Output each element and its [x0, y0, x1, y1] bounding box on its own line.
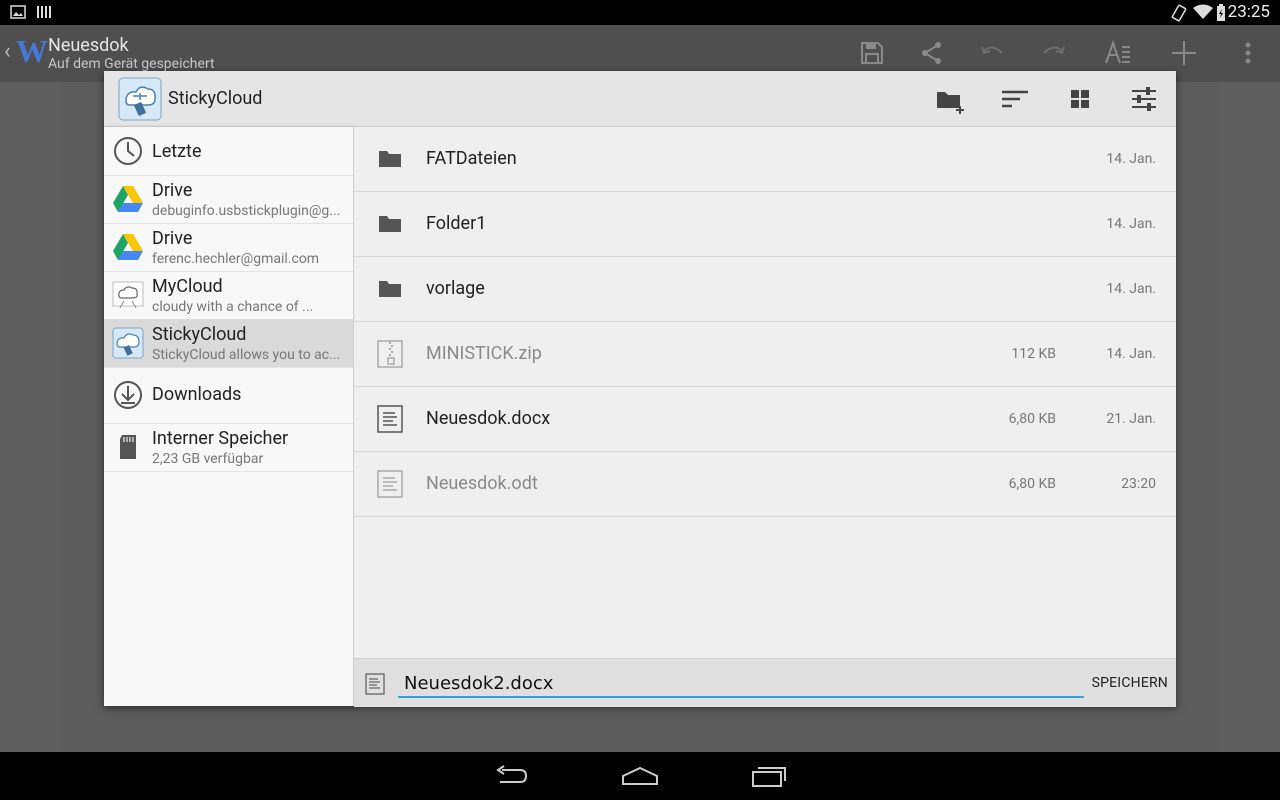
google-drive-icon [113, 234, 143, 260]
file-date: 23:20 [1121, 476, 1156, 492]
wifi-icon [1193, 4, 1213, 19]
grid-view-icon[interactable] [1065, 84, 1095, 114]
sidebar-item-drive-ferenc[interactable]: Drive ferenc.hechler@gmail.com [104, 223, 353, 272]
sidebar-item-downloads[interactable]: Downloads [104, 367, 353, 424]
file-list: FATDateien 14. Jan. Folder1 14. Jan. vor… [354, 127, 1176, 658]
redo-icon[interactable] [1040, 39, 1068, 67]
file-row-neuesdok-docx[interactable]: Neuesdok.docx 6,80 KB 21. Jan. [354, 387, 1176, 452]
battery-icon [1217, 4, 1225, 21]
file-date: 14. Jan. [1106, 151, 1156, 167]
file-name: Neuesdok.docx [426, 408, 551, 429]
file-name: MINISTICK.zip [426, 343, 542, 364]
new-folder-icon[interactable] [936, 84, 966, 114]
zip-file-icon [377, 340, 403, 368]
google-drive-icon [113, 186, 143, 212]
sidebar-item-recent[interactable]: Letzte [104, 127, 353, 176]
sidebar-item-label: Interner Speicher [152, 428, 289, 449]
save-bar: SPEICHERN [354, 658, 1176, 707]
back-icon[interactable] [494, 764, 530, 788]
sidebar-item-sub: ferenc.hechler@gmail.com [152, 251, 320, 267]
settings-sliders-icon[interactable] [1129, 84, 1159, 114]
file-size: 6,80 KB [1008, 411, 1056, 427]
roots-sidebar: Letzte Drive debuginfo.usbstickplugin@g.… [104, 127, 354, 706]
sidebar-item-mycloud[interactable]: MyCloud cloudy with a chance of ... [104, 271, 353, 320]
barcode-notification-icon [37, 6, 51, 18]
file-date: 14. Jan. [1106, 281, 1156, 297]
clock-icon [114, 137, 142, 165]
overflow-menu-icon[interactable] [1234, 39, 1262, 67]
save-icon[interactable] [858, 39, 886, 67]
sidebar-item-label: Drive [152, 180, 193, 201]
sd-card-icon [120, 435, 136, 459]
sidebar-item-sub: cloudy with a chance of ... [152, 299, 314, 315]
document-subtitle: Auf dem Gerät gespeichert [48, 56, 215, 72]
word-app-icon: W [16, 33, 48, 69]
rotation-icon [1171, 4, 1187, 22]
sidebar-item-drive-debuginfo[interactable]: Drive debuginfo.usbstickplugin@g... [104, 175, 353, 224]
folder-icon [379, 151, 401, 167]
mycloud-icon [112, 281, 144, 309]
file-date: 21. Jan. [1106, 411, 1156, 427]
file-date: 14. Jan. [1106, 346, 1156, 362]
file-row-fatdateien[interactable]: FATDateien 14. Jan. [354, 127, 1176, 192]
stickycloud-app-icon [118, 77, 162, 121]
file-name: Neuesdok.odt [426, 473, 538, 494]
stickycloud-icon [112, 327, 144, 359]
sidebar-item-label: MyCloud [152, 276, 223, 297]
text-format-icon[interactable] [1104, 39, 1132, 67]
undo-icon[interactable] [978, 39, 1006, 67]
file-date: 14. Jan. [1106, 216, 1156, 232]
navigation-bar [0, 752, 1280, 800]
folder-icon [379, 216, 401, 232]
status-clock: 23:25 [1227, 2, 1270, 22]
sidebar-item-label: Letzte [152, 141, 202, 162]
sidebar-item-internal-storage[interactable]: Interner Speicher 2,23 GB verfügbar [104, 423, 353, 472]
add-icon[interactable] [1170, 39, 1198, 67]
file-row-ministick-zip: MINISTICK.zip 112 KB 14. Jan. [354, 322, 1176, 387]
file-name: Folder1 [426, 213, 487, 234]
file-size: 112 KB [1011, 346, 1056, 362]
file-size: 6,80 KB [1008, 476, 1056, 492]
share-icon[interactable] [918, 39, 946, 67]
sidebar-item-sub: debuginfo.usbstickplugin@g... [152, 203, 341, 219]
sidebar-item-stickycloud[interactable]: StickyCloud StickyCloud allows you to ac… [104, 319, 353, 368]
sidebar-item-label: Drive [152, 228, 193, 249]
file-name: vorlage [426, 278, 485, 299]
document-title: Neuesdok [48, 35, 129, 56]
recent-apps-icon[interactable] [750, 764, 788, 788]
sidebar-item-label: StickyCloud [152, 324, 247, 345]
home-icon[interactable] [620, 764, 660, 788]
sidebar-item-sub: 2,23 GB verfügbar [152, 451, 264, 467]
file-row-vorlage[interactable]: vorlage 14. Jan. [354, 257, 1176, 322]
dialog-title: StickyCloud [168, 88, 263, 109]
download-icon [114, 381, 142, 409]
file-row-folder1[interactable]: Folder1 14. Jan. [354, 192, 1176, 257]
document-icon [365, 673, 385, 695]
folder-icon [379, 281, 401, 297]
image-notification-icon [10, 5, 26, 19]
dialog-header: StickyCloud [104, 71, 1176, 127]
file-row-neuesdok-odt: Neuesdok.odt 6,80 KB 23:20 [354, 452, 1176, 517]
sidebar-item-label: Downloads [152, 384, 242, 405]
save-button[interactable]: SPEICHERN [1092, 675, 1168, 691]
document-icon [377, 470, 403, 498]
back-chevron-icon[interactable]: ‹ [4, 39, 11, 64]
filename-input[interactable] [398, 670, 1084, 698]
file-picker-dialog: StickyCloud Letzte Drive debuginfo.usbst… [104, 71, 1176, 707]
sort-icon[interactable] [1000, 84, 1030, 114]
document-icon [377, 405, 403, 433]
file-name: FATDateien [426, 148, 517, 169]
sidebar-item-sub: StickyCloud allows you to ac... [152, 347, 341, 363]
status-bar: 23:25 [0, 0, 1280, 25]
